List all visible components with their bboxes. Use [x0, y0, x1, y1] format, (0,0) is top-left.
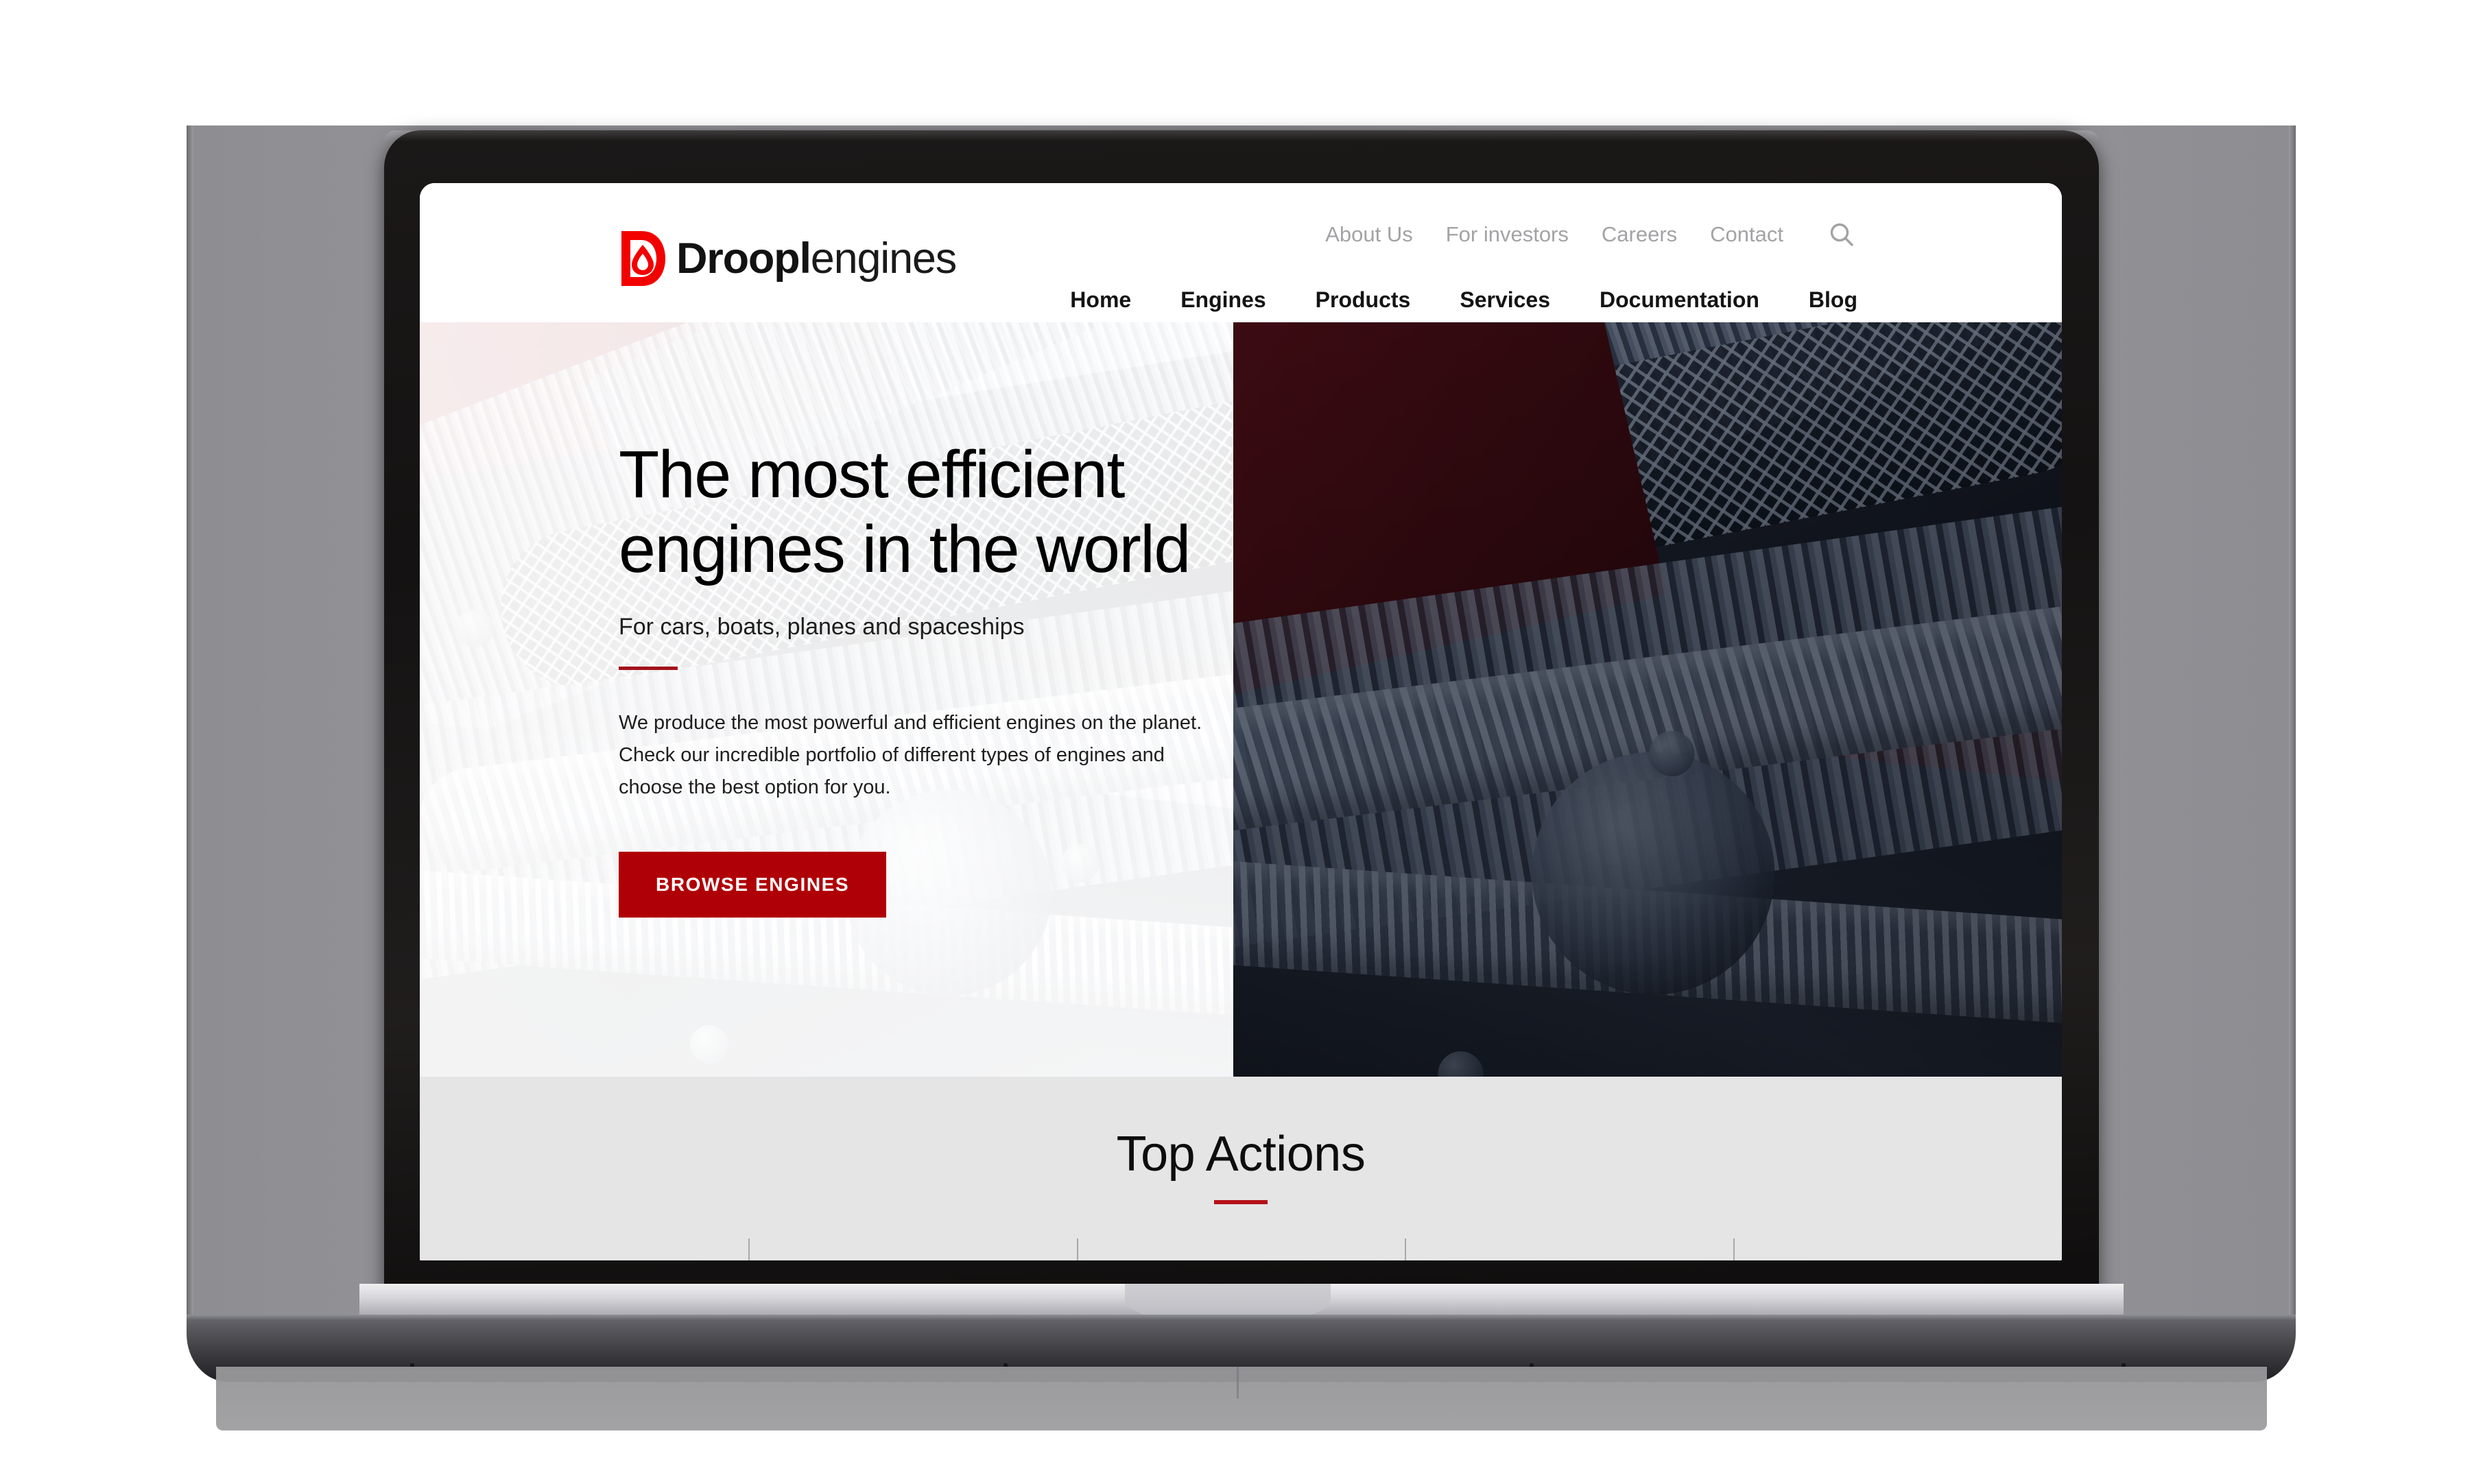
nav-item-home[interactable]: Home — [1045, 287, 1156, 313]
website-viewport: Drooplengines About Us For investors Car… — [420, 183, 2062, 1260]
hero-red-divider — [619, 667, 678, 671]
brand-logo-text: Drooplengines — [676, 234, 957, 283]
nav-item-documentation[interactable]: Documentation — [1575, 287, 1784, 313]
brand-name-bold: Droopl — [676, 234, 811, 283]
hero-headline: The most efficient engines in the world — [619, 437, 1222, 586]
nav-item-services[interactable]: Services — [1435, 287, 1575, 313]
top-actions-column — [748, 1238, 1077, 1260]
backdrop-right-edge — [2289, 125, 2296, 1330]
brand-name-light: engines — [810, 234, 957, 283]
nav-item-products[interactable]: Products — [1291, 287, 1436, 313]
lid-gloss-highlight — [384, 130, 2099, 141]
util-nav-item-about-us[interactable]: About Us — [1325, 222, 1413, 247]
top-actions-column — [420, 1238, 748, 1260]
hero-section: The most efficient engines in the world … — [420, 322, 2062, 1077]
engine-artwork-right — [1233, 322, 2062, 1077]
hero-headline-line-1: The most efficient — [619, 437, 1125, 512]
hero-headline-line-2: engines in the world — [619, 511, 1191, 586]
top-actions-column — [1733, 1238, 2062, 1260]
site-header: Drooplengines About Us For investors Car… — [420, 183, 2062, 322]
util-nav-item-contact[interactable]: Contact — [1710, 222, 1783, 247]
laptop-base-seam — [1237, 1367, 1239, 1398]
top-actions-column — [1405, 1238, 1733, 1260]
hero-body-text: We produce the most powerful and efficie… — [619, 712, 1202, 799]
top-actions-title: Top Actions — [1116, 1127, 1366, 1182]
nav-item-engines[interactable]: Engines — [1156, 287, 1290, 313]
brand-logo[interactable]: Drooplengines — [619, 228, 957, 289]
top-actions-column — [1076, 1238, 1405, 1260]
browse-engines-button[interactable]: BROWSE ENGINES — [619, 852, 887, 918]
main-navigation: Home Engines Products Services Documenta… — [1045, 287, 1857, 313]
util-nav-item-for-investors[interactable]: For investors — [1446, 222, 1569, 247]
droplet-d-logo-icon — [621, 231, 665, 286]
hero-photo-right-half — [1233, 322, 2062, 1077]
util-nav-item-careers[interactable]: Careers — [1602, 222, 1677, 247]
screenshot-stage: Drooplengines About Us For investors Car… — [0, 0, 2483, 1484]
top-actions-section: Top Actions — [420, 1077, 2062, 1260]
search-icon[interactable] — [1826, 219, 1857, 250]
top-actions-column-dividers — [420, 1238, 2062, 1260]
backdrop-left-edge — [187, 125, 193, 1330]
utility-navigation: About Us For investors Careers Contact — [1325, 219, 1857, 250]
laptop-screen: Drooplengines About Us For investors Car… — [420, 183, 2062, 1260]
top-actions-red-divider — [1214, 1200, 1268, 1204]
nav-item-blog[interactable]: Blog — [1784, 287, 1857, 313]
laptop-base-top-edge — [187, 1315, 2296, 1319]
laptop-base-shadow — [216, 1367, 2267, 1431]
hero-subtitle: For cars, boats, planes and spaceships — [619, 614, 1025, 641]
hero-copy-block: The most efficient engines in the world … — [619, 437, 1222, 918]
